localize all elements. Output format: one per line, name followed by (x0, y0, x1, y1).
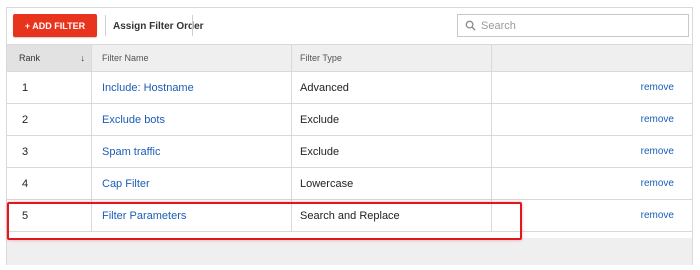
actions-column-header (492, 45, 692, 71)
rank-cell: 1 (7, 72, 92, 103)
table-row: 2 Exclude bots Exclude remove (7, 104, 692, 136)
filter-name-cell: Spam traffic (92, 136, 292, 167)
filter-name-cell: Cap Filter (92, 168, 292, 199)
filters-table: Rank ↓ Filter Name Filter Type 1 Include… (7, 44, 692, 232)
filters-panel: + ADD FILTER Assign Filter Order Rank ↓ … (6, 7, 693, 265)
action-cell: remove (492, 104, 692, 135)
rank-cell: 3 (7, 136, 92, 167)
filter-type-column-header[interactable]: Filter Type (292, 45, 492, 71)
search-icon (465, 20, 476, 31)
filter-name-cell: Filter Parameters (92, 200, 292, 231)
filter-type-cell: Search and Replace (292, 200, 492, 231)
add-filter-button[interactable]: + ADD FILTER (13, 14, 97, 37)
filter-name-link[interactable]: Exclude bots (102, 114, 165, 126)
filter-type-cell: Lowercase (292, 168, 492, 199)
table-row: 4 Cap Filter Lowercase remove (7, 168, 692, 200)
action-cell: remove (492, 168, 692, 199)
filter-name-link[interactable]: Cap Filter (102, 178, 150, 190)
filter-name-cell: Exclude bots (92, 104, 292, 135)
table-header: Rank ↓ Filter Name Filter Type (7, 45, 692, 72)
rank-header-label: Rank (19, 53, 41, 63)
action-cell: remove (492, 72, 692, 103)
table-row: 1 Include: Hostname Advanced remove (7, 72, 692, 104)
toolbar-divider (192, 15, 193, 36)
action-cell: remove (492, 136, 692, 167)
filter-type-cell: Exclude (292, 136, 492, 167)
filter-type-header-label: Filter Type (300, 53, 342, 63)
filter-type-cell: Advanced (292, 72, 492, 103)
filters-toolbar: + ADD FILTER Assign Filter Order (7, 8, 692, 44)
remove-link[interactable]: remove (641, 178, 674, 189)
filter-name-link[interactable]: Spam traffic (102, 146, 161, 158)
action-cell: remove (492, 200, 692, 231)
rank-cell: 4 (7, 168, 92, 199)
filter-name-column-header[interactable]: Filter Name (92, 45, 292, 71)
search-input[interactable] (481, 19, 681, 32)
filter-name-header-label: Filter Name (102, 53, 149, 63)
remove-link[interactable]: remove (641, 146, 674, 157)
filter-name-link[interactable]: Filter Parameters (102, 210, 186, 222)
table-footer (7, 238, 692, 265)
toolbar-divider (105, 15, 106, 36)
remove-link[interactable]: remove (641, 82, 674, 93)
filter-name-cell: Include: Hostname (92, 72, 292, 103)
filter-name-link[interactable]: Include: Hostname (102, 82, 194, 94)
search-box[interactable] (457, 14, 689, 37)
sort-down-arrow-icon: ↓ (80, 53, 86, 63)
filter-type-cell: Exclude (292, 104, 492, 135)
table-row: 3 Spam traffic Exclude remove (7, 136, 692, 168)
rank-cell: 2 (7, 104, 92, 135)
rank-column-header[interactable]: Rank ↓ (7, 45, 92, 71)
remove-link[interactable]: remove (641, 114, 674, 125)
table-row: 5 Filter Parameters Search and Replace r… (7, 200, 692, 232)
remove-link[interactable]: remove (641, 210, 674, 221)
rank-cell: 5 (7, 200, 92, 231)
